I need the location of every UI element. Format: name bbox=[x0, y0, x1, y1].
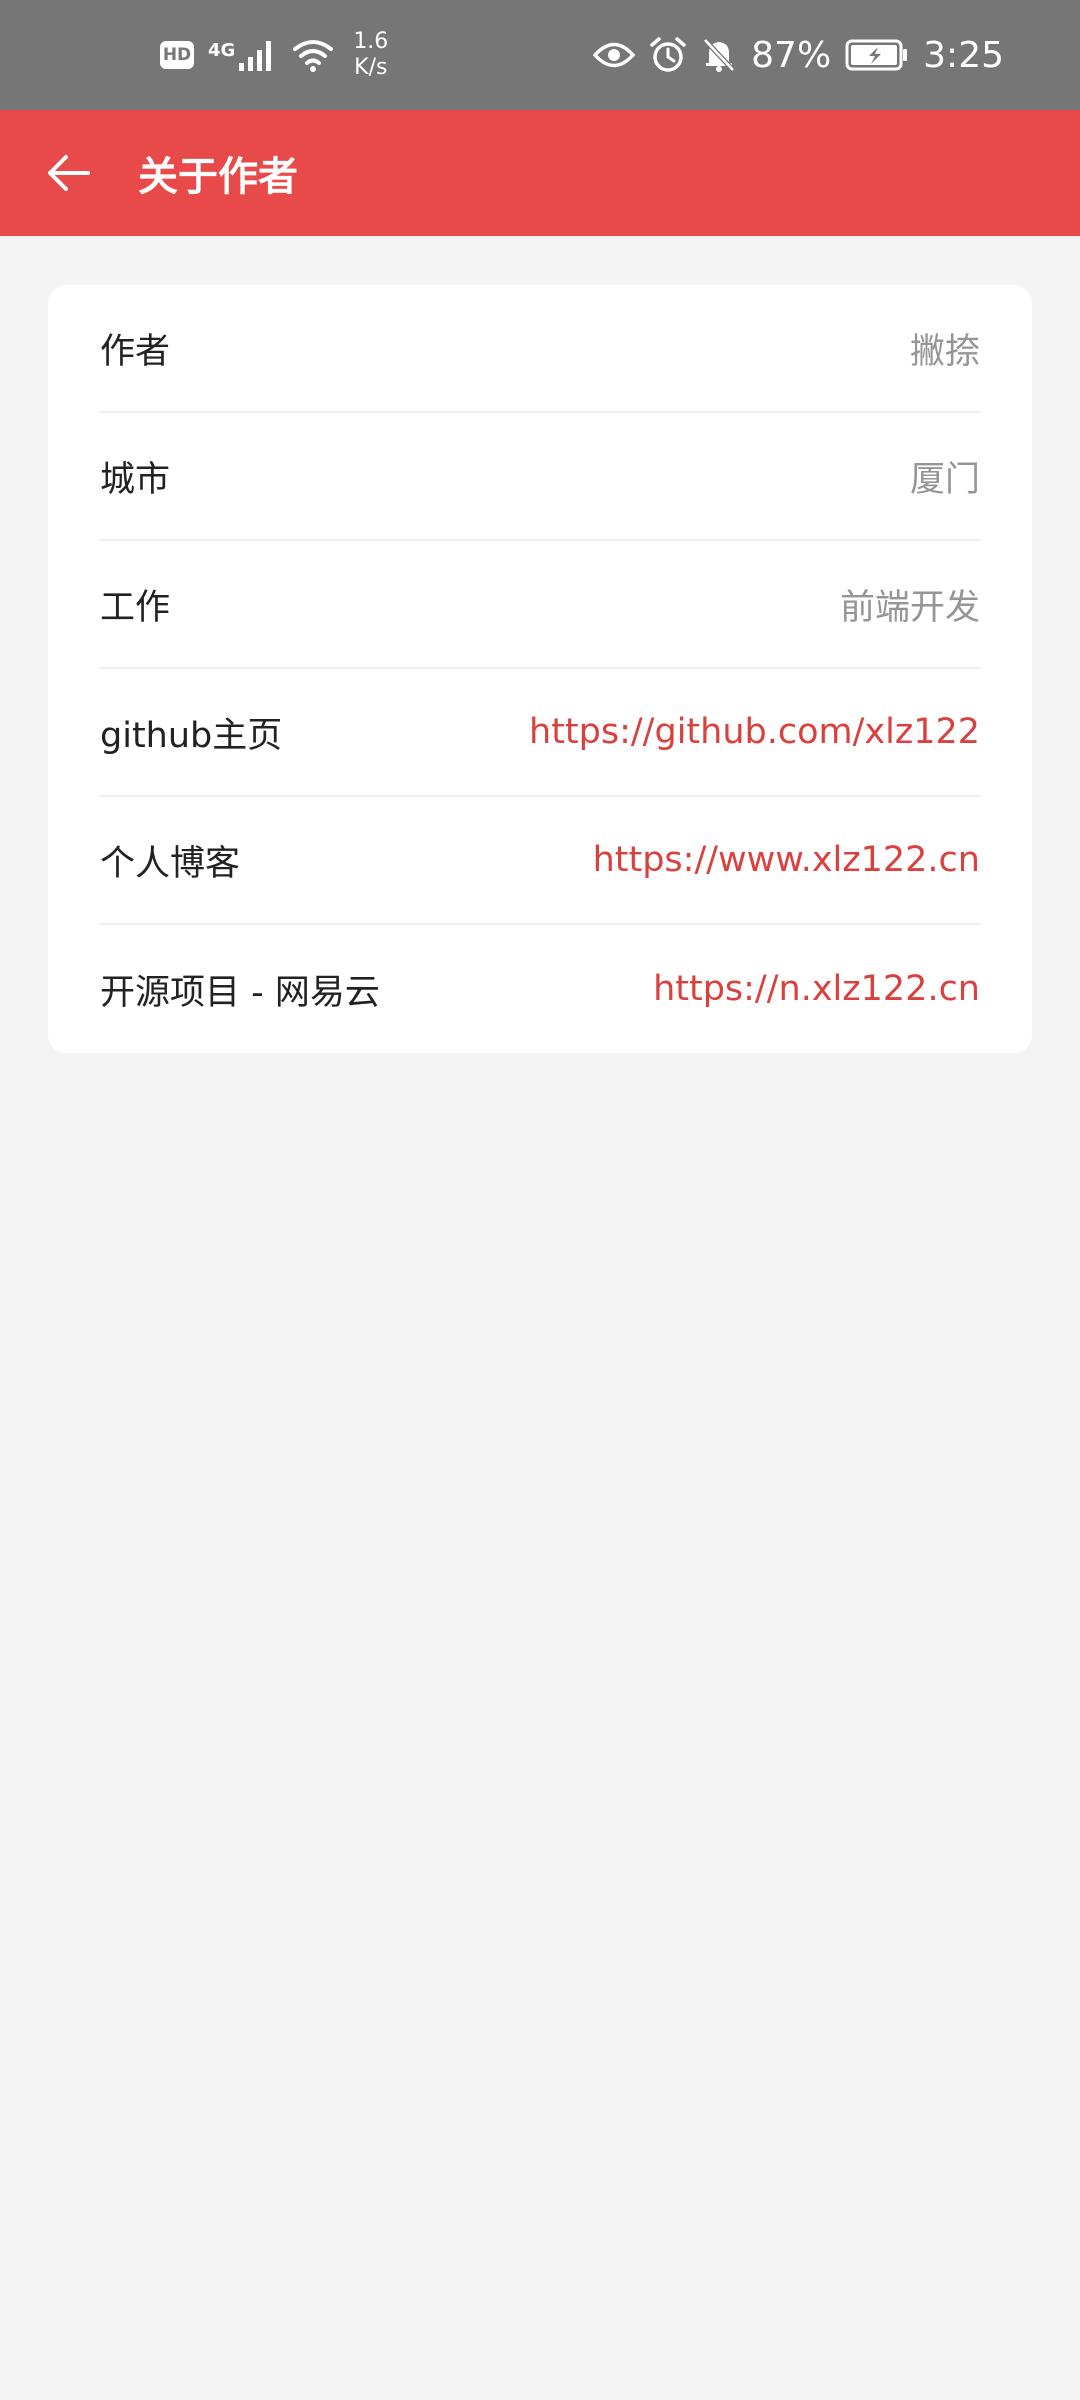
open-source-link[interactable]: https://n.xlz122.cn bbox=[653, 969, 980, 1009]
row-value: 撇捺 bbox=[909, 331, 980, 372]
row-label: 个人博客 bbox=[100, 843, 241, 884]
net-speed-unit: K/s bbox=[354, 55, 388, 80]
page-title: 关于作者 bbox=[138, 154, 298, 200]
info-row-job: 工作 前端开发 bbox=[100, 541, 980, 669]
back-button[interactable] bbox=[28, 133, 108, 213]
wifi-icon bbox=[293, 40, 334, 72]
app-bar: 关于作者 bbox=[0, 110, 1080, 236]
row-value: 前端开发 bbox=[839, 587, 980, 628]
battery-percent: 87% bbox=[751, 34, 832, 76]
info-row-blog[interactable]: 个人博客 https://www.xlz122.cn bbox=[100, 797, 980, 925]
row-value: 厦门 bbox=[909, 459, 980, 500]
eye-icon bbox=[593, 42, 636, 68]
info-row-github[interactable]: github主页 https://github.com/xlz122 bbox=[100, 669, 980, 797]
author-info-card: 作者 撇捺 城市 厦门 工作 前端开发 github主页 https://git… bbox=[48, 285, 1032, 1053]
info-row-open-source[interactable]: 开源项目 - 网易云 https://n.xlz122.cn bbox=[100, 925, 980, 1053]
net-speed: 1.6 K/s bbox=[353, 29, 388, 81]
status-bar: HD 4G 1.6 K/s 87% 3:25 bbox=[0, 0, 1080, 110]
row-label: 城市 bbox=[100, 459, 171, 500]
info-row-author: 作者 撇捺 bbox=[100, 285, 980, 413]
bell-muted-icon bbox=[703, 38, 735, 72]
info-row-city: 城市 厦门 bbox=[100, 413, 980, 541]
network-type: 4G bbox=[208, 40, 236, 61]
net-speed-value: 1.6 bbox=[353, 29, 389, 54]
github-link[interactable]: https://github.com/xlz122 bbox=[529, 712, 980, 752]
battery-charging-icon bbox=[845, 39, 908, 71]
back-arrow-icon bbox=[48, 155, 90, 191]
hd-badge: HD bbox=[160, 41, 194, 69]
row-label: 开源项目 - 网易云 bbox=[100, 972, 380, 1013]
blog-link[interactable]: https://www.xlz122.cn bbox=[593, 840, 980, 880]
alarm-icon bbox=[650, 37, 686, 72]
row-label: 工作 bbox=[100, 587, 171, 628]
signal-icon bbox=[239, 41, 272, 71]
clock: 3:25 bbox=[923, 34, 1004, 76]
status-bar-right: 87% 3:25 bbox=[593, 0, 1004, 110]
status-bar-left: HD 4G 1.6 K/s bbox=[160, 0, 388, 110]
row-label: github主页 bbox=[100, 715, 283, 756]
row-label: 作者 bbox=[100, 331, 171, 372]
